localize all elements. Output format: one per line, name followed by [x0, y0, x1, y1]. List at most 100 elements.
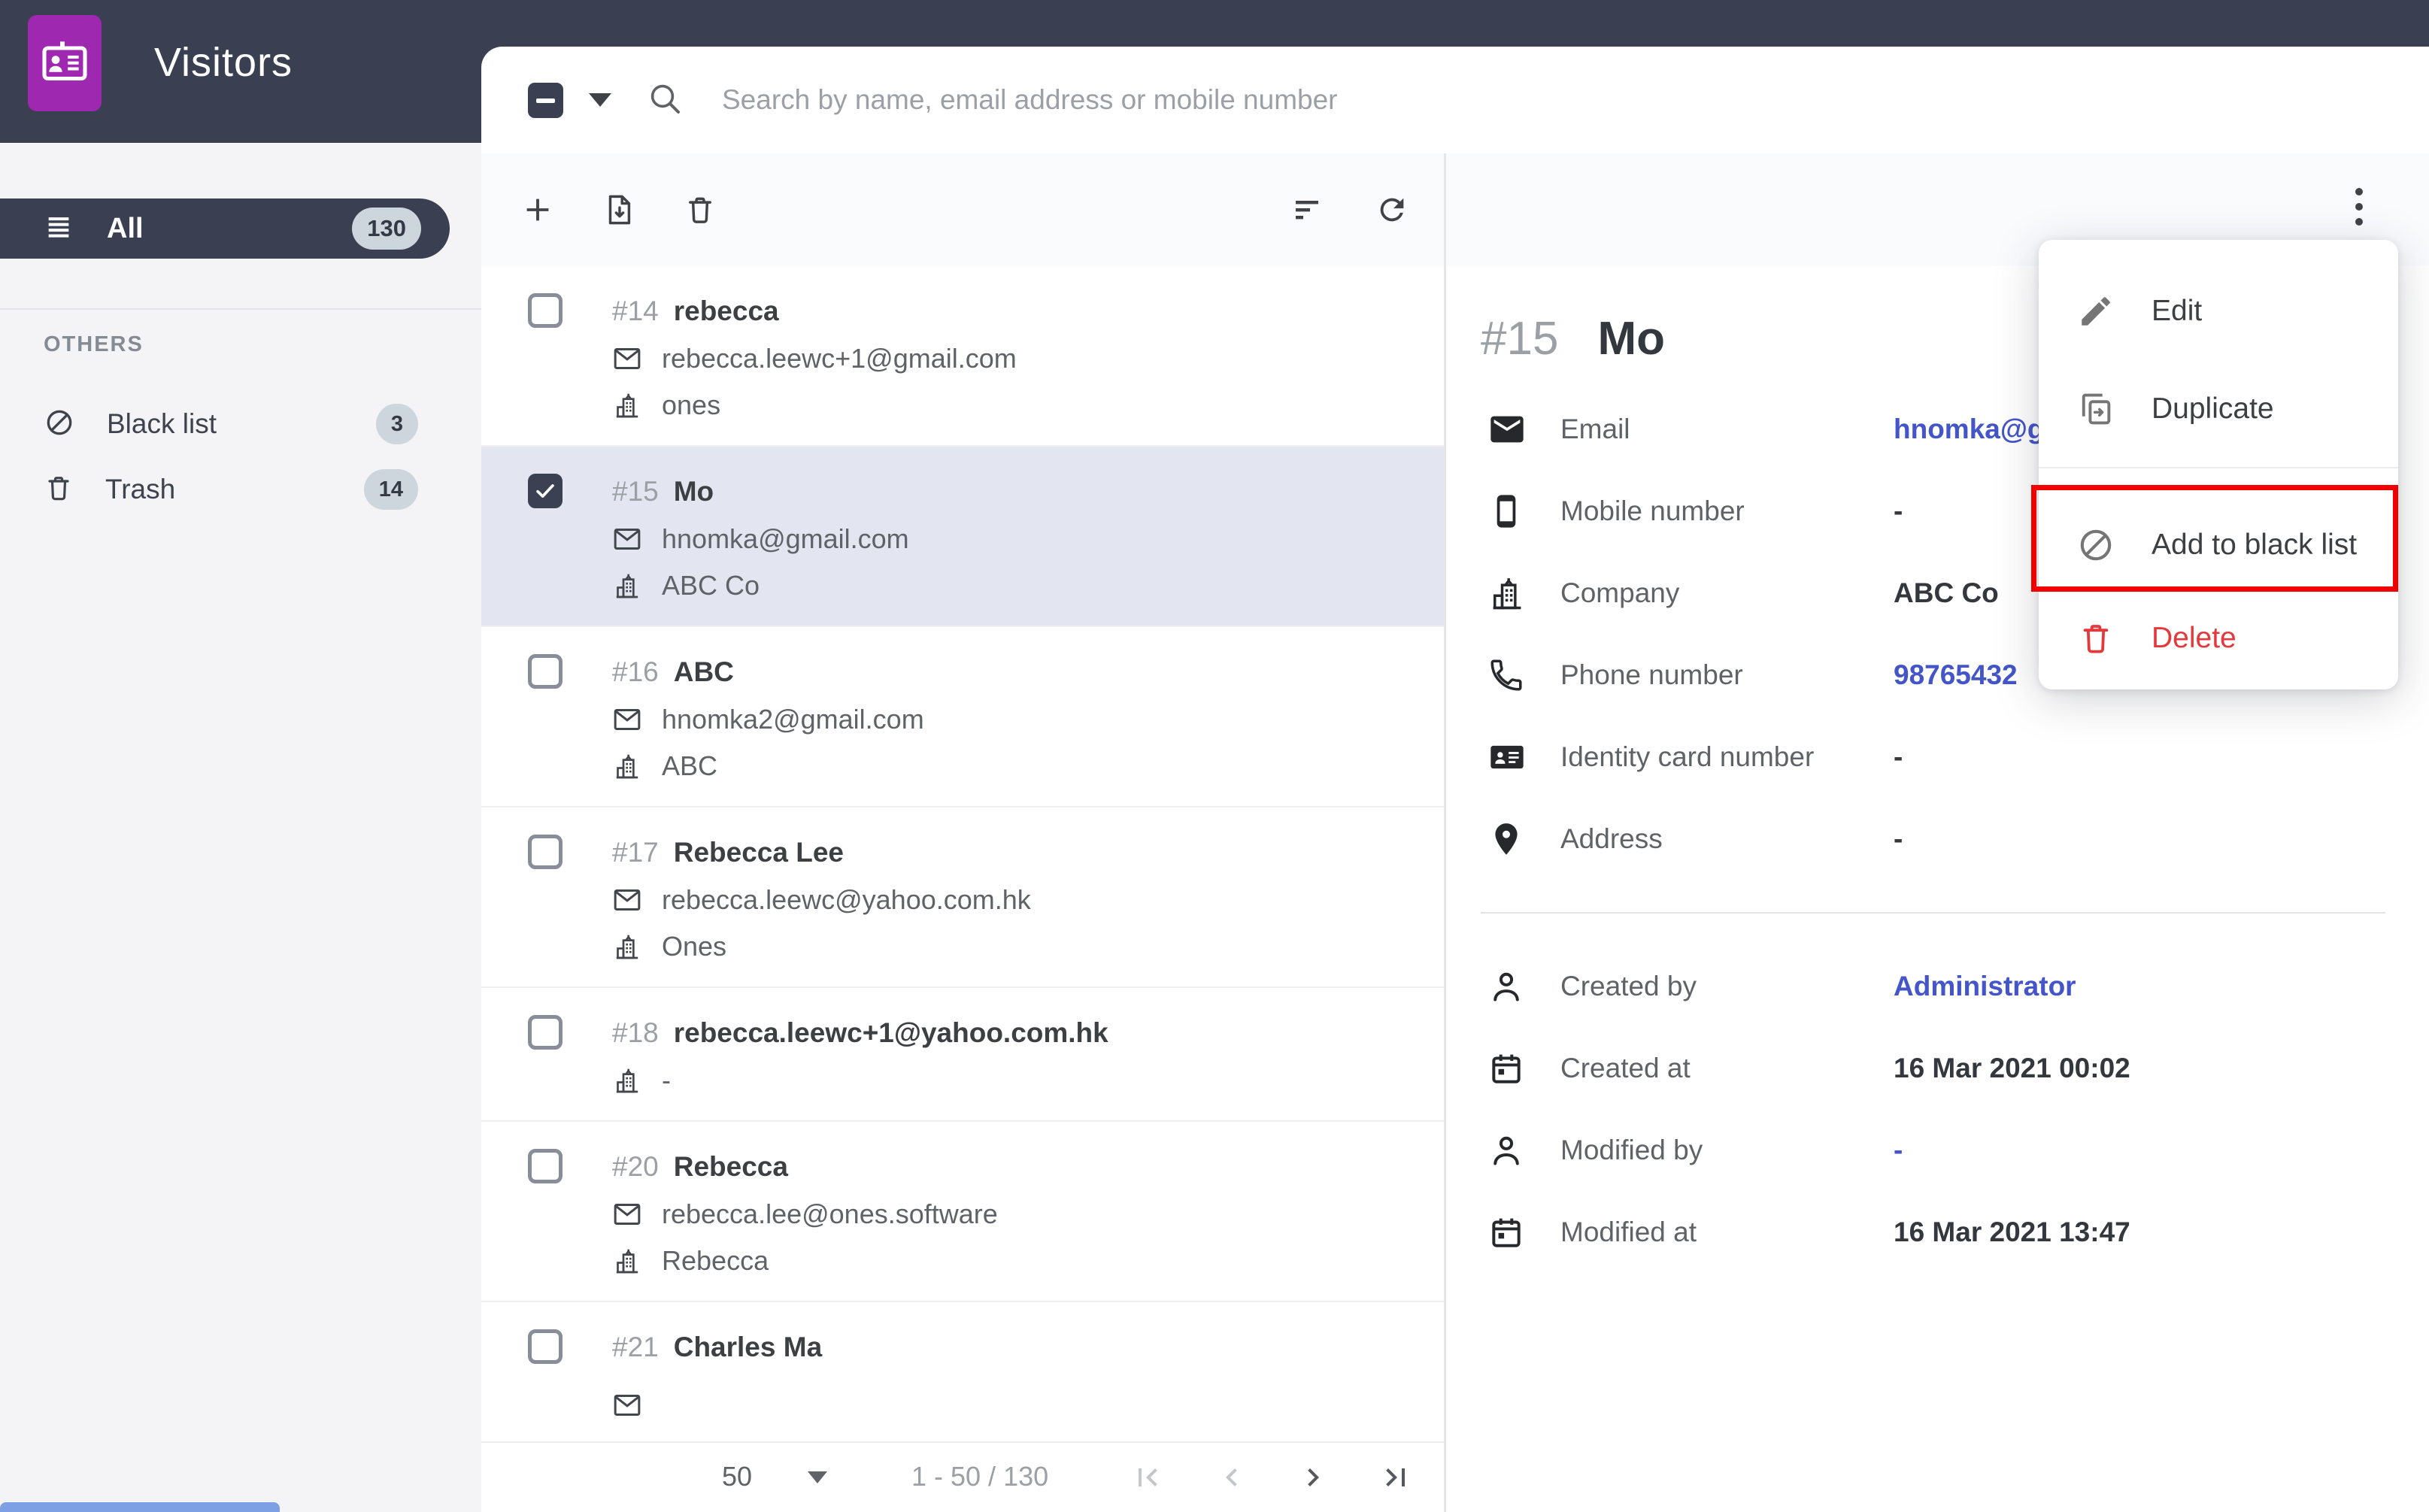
refresh-button[interactable]	[1373, 191, 1411, 229]
menu-item-edit[interactable]: Edit	[2039, 270, 2398, 353]
field-value: -	[1894, 741, 1903, 773]
first-page-button[interactable]	[1130, 1459, 1166, 1495]
row-checkbox[interactable]	[528, 1329, 563, 1364]
building-icon	[612, 1246, 642, 1276]
field-value: ABC Co	[1894, 577, 1999, 609]
visitor-name: Mo	[674, 476, 714, 508]
row-checkbox[interactable]	[528, 654, 563, 689]
field-value: 16 Mar 2021 13:47	[1894, 1217, 2130, 1248]
chevron-left-icon	[1214, 1459, 1250, 1495]
search-bar	[481, 47, 2429, 155]
building-icon	[612, 751, 642, 781]
visitor-name: ABC	[674, 656, 734, 688]
visitor-id: #18	[612, 1017, 659, 1049]
sidebar-item-all[interactable]: All 130	[0, 198, 450, 259]
list-item[interactable]: #14 rebecca rebecca.leewc+1@gmail.com	[481, 266, 1444, 447]
menu-item-delete[interactable]: Delete	[2039, 597, 2398, 680]
visitor-id: #16	[612, 656, 659, 688]
search-input[interactable]	[720, 83, 2152, 117]
row-checkbox[interactable]	[528, 293, 563, 328]
bottom-left-blue-bar	[0, 1502, 280, 1512]
list-item[interactable]: #21 Charles Ma	[481, 1302, 1444, 1460]
row-checkbox-checked[interactable]	[528, 474, 563, 508]
detail-meta: Created by Administrator Created at 16 M…	[1487, 945, 2399, 1273]
field-row-address: Address -	[1487, 798, 2399, 880]
page-title: Visitors	[154, 39, 293, 86]
menu-item-label: Add to black list	[2152, 529, 2357, 562]
id-card-icon	[1487, 738, 1560, 777]
select-all-checkbox-indeterminate[interactable]	[528, 83, 563, 118]
person-icon	[1487, 1132, 1560, 1169]
page-size-select[interactable]: 50	[722, 1461, 752, 1492]
envelope-icon	[1487, 410, 1560, 449]
visitor-name: rebecca.leewc+1@yahoo.com.hk	[674, 1017, 1108, 1049]
envelope-icon	[612, 885, 642, 915]
list-icon	[44, 212, 74, 246]
envelope-icon	[612, 1390, 642, 1420]
field-label: Phone number	[1560, 659, 1894, 691]
sort-button[interactable]	[1289, 191, 1327, 229]
field-value: -	[1894, 823, 1903, 855]
menu-item-add-to-black-list[interactable]: Add to black list	[2039, 504, 2398, 586]
sidebar-item-label: Trash	[105, 474, 175, 505]
visitor-id: #15	[612, 476, 659, 508]
previous-page-button[interactable]	[1214, 1459, 1250, 1495]
next-page-button[interactable]	[1295, 1459, 1331, 1495]
envelope-icon	[612, 524, 642, 554]
visitor-name: rebecca	[674, 295, 779, 327]
block-icon	[44, 407, 75, 442]
visitor-id: #20	[612, 1151, 659, 1183]
building-icon	[612, 932, 642, 962]
last-page-icon	[1378, 1459, 1414, 1495]
chevron-down-icon[interactable]	[589, 93, 611, 107]
list-item[interactable]: #20 Rebecca rebecca.lee@ones.software	[481, 1122, 1444, 1302]
more-actions-kebab-button[interactable]	[2349, 185, 2369, 229]
phone-icon	[1487, 656, 1560, 694]
envelope-icon	[612, 344, 642, 374]
calendar-icon	[1487, 1050, 1560, 1087]
list-item[interactable]: #18 rebecca.leewc+1@yahoo.com.hk -	[481, 988, 1444, 1122]
trash-icon	[44, 473, 74, 507]
visitor-email: rebecca.leewc+1@gmail.com	[662, 343, 1017, 374]
visitor-email: hnomka2@gmail.com	[662, 704, 924, 735]
phone-link[interactable]: 98765432	[1894, 659, 2018, 691]
calendar-icon	[1487, 1214, 1560, 1251]
visitor-company: ones	[662, 389, 720, 421]
import-button[interactable]	[600, 191, 638, 229]
field-label: Created at	[1560, 1053, 1894, 1084]
row-checkbox[interactable]	[528, 1015, 563, 1050]
sidebar-item-black-list[interactable]: Black list 3	[0, 394, 481, 454]
field-label: Company	[1560, 577, 1894, 609]
list-item[interactable]: #17 Rebecca Lee rebecca.leewc@yahoo.com.…	[481, 808, 1444, 988]
add-visitor-button[interactable]	[519, 191, 556, 229]
list-item-selected[interactable]: #15 Mo hnomka@gmail.com ABC Co	[481, 447, 1444, 627]
menu-item-duplicate[interactable]: Duplicate	[2039, 368, 2398, 450]
chevron-down-icon[interactable]	[808, 1471, 827, 1483]
check-icon	[532, 478, 558, 504]
menu-item-label: Edit	[2152, 295, 2202, 328]
field-label: Modified at	[1560, 1217, 1894, 1248]
meta-row-created-by: Created by Administrator	[1487, 945, 2399, 1027]
sort-icon	[1290, 192, 1326, 228]
sidebar-item-label: All	[107, 213, 144, 245]
visitor-list: #14 rebecca rebecca.leewc+1@gmail.com	[481, 266, 1444, 1512]
trash-icon	[684, 193, 717, 226]
visitor-id: #14	[612, 295, 659, 327]
created-by-link[interactable]: Administrator	[1894, 971, 2076, 1002]
row-checkbox[interactable]	[528, 1149, 563, 1183]
building-icon	[1487, 574, 1560, 613]
field-value: 16 Mar 2021 00:02	[1894, 1053, 2130, 1084]
field-label: Identity card number	[1560, 741, 1894, 773]
delete-button[interactable]	[681, 191, 719, 229]
sidebar-item-trash[interactable]: Trash 14	[0, 459, 481, 520]
chevron-right-icon	[1295, 1459, 1331, 1495]
last-page-button[interactable]	[1378, 1459, 1414, 1495]
visitors-app-screen: Visitors All 130 OTHERS	[0, 0, 2429, 1512]
list-item[interactable]: #16 ABC hnomka2@gmail.com ABC	[481, 627, 1444, 808]
row-checkbox[interactable]	[528, 835, 563, 869]
visitor-company: Rebecca	[662, 1245, 769, 1277]
pagination-bar: 50 1 - 50 / 130	[481, 1441, 1444, 1512]
count-badge: 3	[376, 404, 418, 444]
visitor-email: hnomka@gmail.com	[662, 523, 909, 555]
kebab-dot	[2355, 203, 2363, 211]
